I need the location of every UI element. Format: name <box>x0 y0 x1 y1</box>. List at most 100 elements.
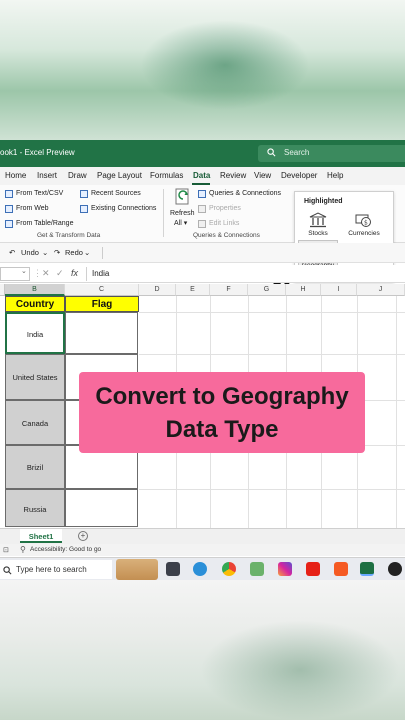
properties-button[interactable]: Properties <box>209 205 241 212</box>
header-flag[interactable]: Flag <box>65 296 139 312</box>
tab-page-layout[interactable]: Page Layout <box>97 171 142 180</box>
undo-icon[interactable]: ↶ <box>9 248 15 257</box>
existing-connections-icon <box>80 205 88 213</box>
table-icon <box>5 220 13 228</box>
name-box-dropdown-icon[interactable]: ⌄ <box>21 267 27 275</box>
instagram-icon[interactable] <box>278 562 292 576</box>
column-header-d[interactable]: D <box>139 284 176 296</box>
cell-country[interactable]: Brizil <box>5 445 65 489</box>
accessibility-icon[interactable]: ⚲ <box>20 545 26 554</box>
column-header-i[interactable]: I <box>321 284 357 296</box>
gridline <box>396 296 397 528</box>
recent-sources-icon <box>80 190 88 198</box>
properties-icon <box>198 205 206 213</box>
quick-access-row: ↶ Undo ⌄ ↷ Redo ⌄ <box>0 243 405 263</box>
from-text-csv-button[interactable]: From Text/CSV <box>16 190 63 197</box>
gridline <box>139 312 405 313</box>
sheet-tab-sheet1[interactable]: Sheet1 <box>20 529 62 543</box>
currencies-button[interactable]: $ Currencies <box>345 212 383 237</box>
search-placeholder: Search <box>284 148 310 157</box>
brave-icon[interactable] <box>334 562 348 576</box>
formula-divider <box>86 267 87 281</box>
taskbar-search-placeholder: Type here to search <box>16 565 87 574</box>
stocks-button[interactable]: Stocks <box>304 212 332 237</box>
from-web-button[interactable]: From Web <box>16 205 49 212</box>
refresh-all-label[interactable]: Refresh <box>170 210 195 217</box>
formula-bar: ⌄ ⋮ ✕ ✓ fx India <box>0 265 405 283</box>
cell-country[interactable]: Canada <box>5 400 65 445</box>
search-icon <box>267 148 276 157</box>
from-table-range-button[interactable]: From Table/Range <box>16 220 73 227</box>
task-view-icon[interactable] <box>166 562 180 576</box>
tab-developer[interactable]: Developer <box>281 171 317 180</box>
search-icon <box>3 566 12 575</box>
cancel-icon[interactable]: ✕ <box>42 268 50 279</box>
text-csv-icon <box>5 190 13 198</box>
redo-dropdown-icon[interactable]: ⌄ <box>84 248 90 257</box>
more-icon: ⋮ <box>33 268 42 278</box>
refresh-all-icon <box>175 188 189 205</box>
banner-line-2: Data Type <box>165 416 279 443</box>
queries-connections-icon <box>198 190 206 198</box>
tab-review[interactable]: Review <box>220 171 246 180</box>
gallery-heading: Highlighted <box>304 198 343 205</box>
cell-country[interactable]: United States <box>5 354 65 400</box>
column-header-b[interactable]: B <box>5 284 65 296</box>
tab-home[interactable]: Home <box>5 171 26 180</box>
column-header-j[interactable]: J <box>357 284 405 296</box>
add-sheet-icon[interactable]: + <box>78 531 88 541</box>
excel-icon[interactable] <box>360 562 374 576</box>
recent-sources-button[interactable]: Recent Sources <box>91 190 141 197</box>
edge-icon[interactable] <box>193 562 207 576</box>
cell-flag[interactable] <box>65 489 138 527</box>
column-header-c[interactable]: C <box>65 284 139 296</box>
redo-icon[interactable]: ↷ <box>54 248 60 257</box>
accessibility-status[interactable]: Accessibility: Good to go <box>30 546 101 553</box>
undo-dropdown-icon[interactable]: ⌄ <box>42 248 48 257</box>
search-box[interactable]: Search <box>258 145 405 162</box>
svg-text:$: $ <box>364 220 368 227</box>
enter-icon[interactable]: ✓ <box>56 268 64 279</box>
tab-help[interactable]: Help <box>327 171 343 180</box>
windows-taskbar: Type here to search <box>0 557 405 580</box>
edit-links-icon <box>198 220 206 228</box>
queries-connections-button[interactable]: Queries & Connections <box>209 190 281 197</box>
ribbon-divider <box>163 189 164 237</box>
tutorial-banner: Convert to Geography Data Type <box>79 372 365 453</box>
refresh-all-dropdown[interactable]: All ▾ <box>174 219 187 227</box>
group-label-queries: Queries & Connections <box>193 232 260 239</box>
chrome-icon[interactable] <box>222 562 236 576</box>
gridline <box>139 354 405 355</box>
tab-insert[interactable]: Insert <box>37 171 57 180</box>
edit-links-button[interactable]: Edit Links <box>209 220 239 227</box>
redo-button[interactable]: Redo <box>65 248 83 257</box>
tab-view[interactable]: View <box>254 171 271 180</box>
youtube-icon[interactable] <box>306 562 320 576</box>
sheet-tab-bar: Sheet1 + <box>0 528 405 544</box>
column-header-e[interactable]: E <box>176 284 210 296</box>
store-icon[interactable] <box>250 562 264 576</box>
tab-formulas[interactable]: Formulas <box>150 171 183 180</box>
macro-icon[interactable]: ⊡ <box>3 546 9 554</box>
cell-country[interactable]: Russia <box>5 489 65 527</box>
ribbon-tabs: Home Insert Draw Page Layout Formulas Da… <box>0 167 405 185</box>
status-bar: ⊡ ⚲ Accessibility: Good to go <box>0 544 405 556</box>
tab-data[interactable]: Data <box>193 171 210 180</box>
tab-draw[interactable]: Draw <box>68 171 87 180</box>
formula-input[interactable]: India <box>92 269 109 278</box>
cell-country[interactable]: India <box>5 312 65 354</box>
column-header-h[interactable]: H <box>286 284 321 296</box>
group-label-get-transform: Get & Transform Data <box>37 232 101 239</box>
desert-widget-icon[interactable] <box>116 559 158 580</box>
column-header-g[interactable]: G <box>248 284 286 296</box>
header-country[interactable]: Country <box>5 296 65 312</box>
currency-icon: $ <box>355 214 371 227</box>
taskbar-search[interactable]: Type here to search <box>0 560 112 579</box>
app-icon[interactable] <box>388 562 402 576</box>
insert-function-icon[interactable]: fx <box>71 268 78 278</box>
cell-flag[interactable] <box>65 312 138 354</box>
undo-button[interactable]: Undo <box>21 248 39 257</box>
existing-connections-button[interactable]: Existing Connections <box>91 205 156 212</box>
column-header-f[interactable]: F <box>210 284 248 296</box>
blurred-background-bottom <box>0 580 405 720</box>
